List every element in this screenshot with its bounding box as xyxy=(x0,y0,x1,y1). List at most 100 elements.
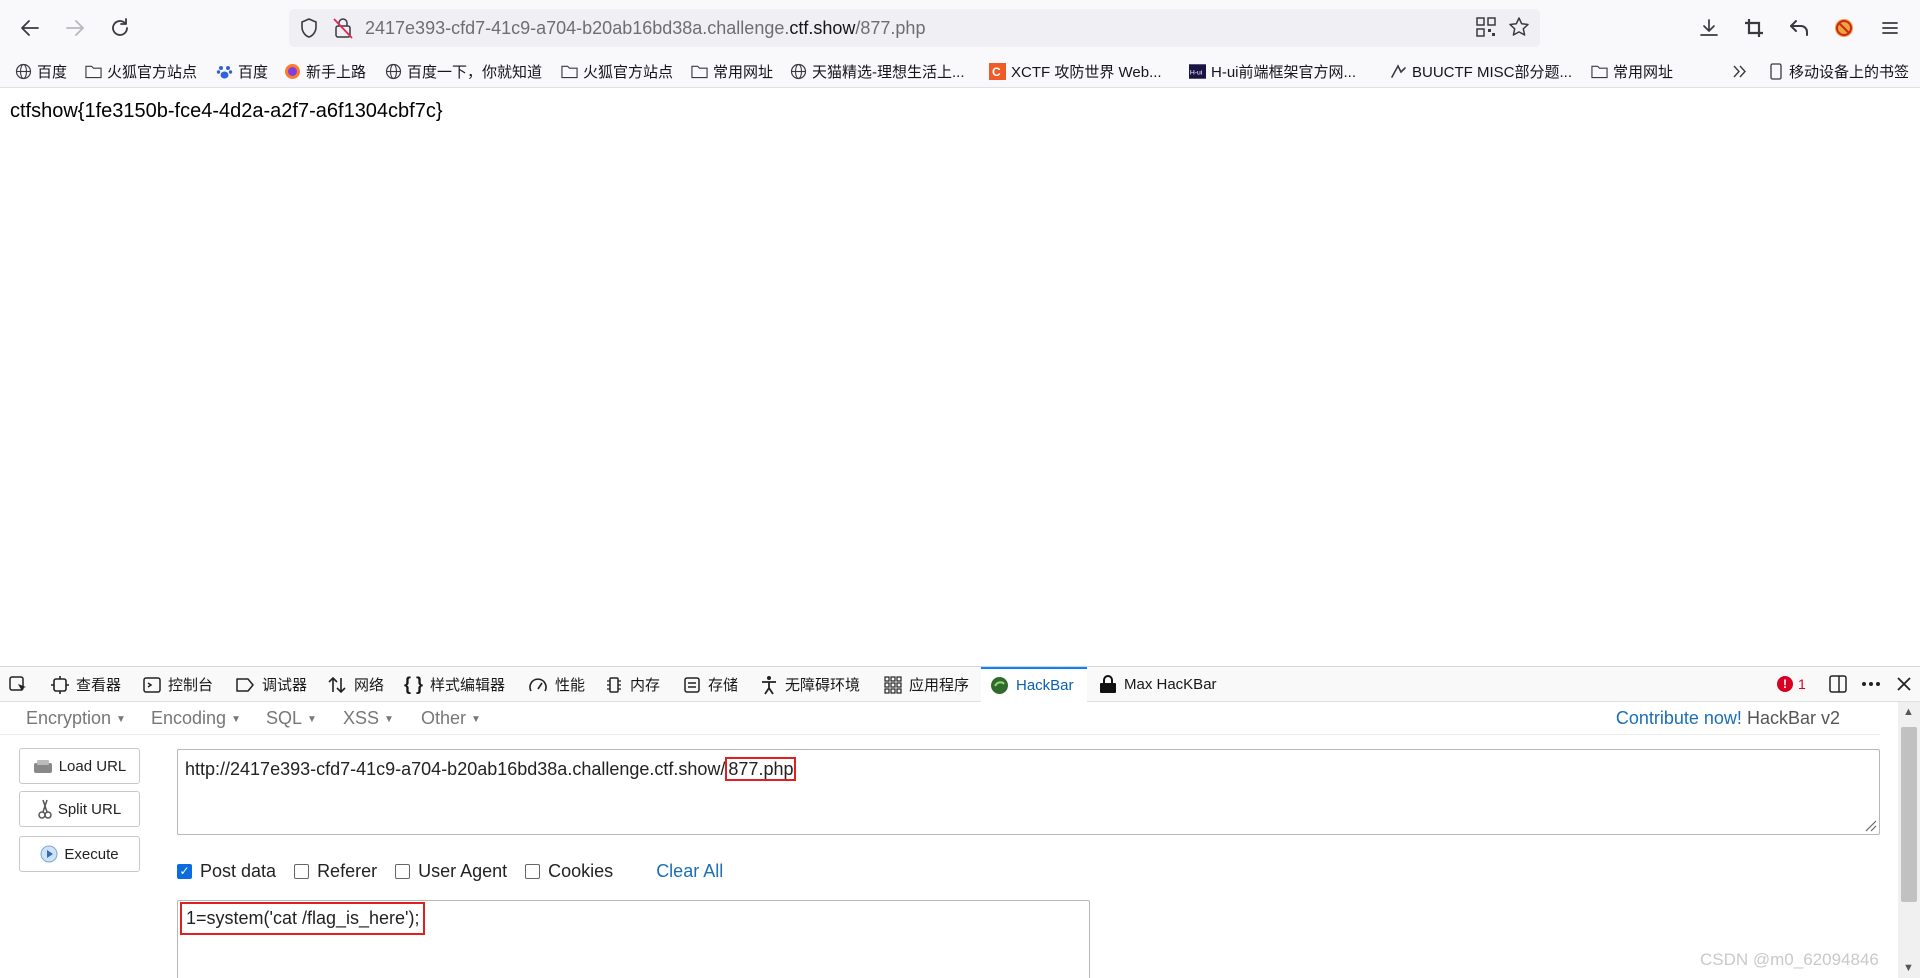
downloads-button[interactable] xyxy=(1694,13,1724,43)
reload-button[interactable] xyxy=(104,12,136,44)
undo-close-button[interactable] xyxy=(1784,13,1814,43)
tab-storage[interactable]: 存储 xyxy=(683,667,738,702)
tab-accessibility[interactable]: 无障碍环境 xyxy=(760,667,860,702)
execute-button[interactable]: Execute xyxy=(19,836,140,872)
globe-icon xyxy=(385,63,402,80)
load-icon xyxy=(33,760,52,773)
devtools-close-button[interactable] xyxy=(1895,674,1913,699)
bookmark-item[interactable]: 常用网址 xyxy=(691,60,773,82)
option-cookies[interactable]: Cookies xyxy=(525,861,613,882)
tab-style-editor[interactable]: { } 样式编辑器 xyxy=(404,667,505,702)
bookmark-item[interactable]: 百度一下，你就知道 xyxy=(385,60,542,82)
more-dots-icon xyxy=(1862,682,1880,686)
insecure-lock-icon[interactable] xyxy=(333,17,353,39)
tab-inspector[interactable]: 查看器 xyxy=(51,667,121,702)
split-url-button[interactable]: Split URL xyxy=(19,791,140,827)
devtools-panel: 查看器 控制台 调试器 网络 { } 样式编辑器 性能 内存 存储 无障碍环境 应… xyxy=(0,666,1920,978)
checkbox-icon[interactable] xyxy=(525,863,541,879)
menu-other[interactable]: Other ▼ xyxy=(421,708,481,729)
url-value: http://2417e393-cfd7-41c9-a704-b20ab16bd… xyxy=(185,757,797,781)
caret-down-icon: ▼ xyxy=(384,713,394,725)
address-bar[interactable]: 2417e393-cfd7-41c9-a704-b20ab16bd38a.cha… xyxy=(289,9,1540,47)
option-post-data[interactable]: ✓ Post data xyxy=(177,861,276,882)
tracking-shield-icon[interactable] xyxy=(299,17,319,39)
menu-sql[interactable]: SQL ▼ xyxy=(266,708,317,729)
reload-icon xyxy=(112,18,128,36)
back-button[interactable] xyxy=(14,12,46,44)
dock-side-icon xyxy=(1829,675,1847,693)
tab-hackbar[interactable]: HackBar xyxy=(981,667,1087,702)
hackbar-scrollbar[interactable]: ▲ ▼ xyxy=(1898,702,1920,978)
bookmark-item[interactable]: 天猫精选-理想生活上... xyxy=(790,60,965,82)
tab-application[interactable]: 应用程序 xyxy=(884,667,969,702)
menu-xss[interactable]: XSS ▼ xyxy=(343,708,394,729)
hackbar-icon xyxy=(991,677,1008,694)
tab-max-hackbar[interactable]: Max HacKBar xyxy=(1099,667,1217,702)
tab-console[interactable]: 控制台 xyxy=(143,667,213,702)
console-icon xyxy=(143,676,161,693)
checkbox-icon[interactable] xyxy=(395,863,411,879)
error-count-badge[interactable]: ! 1 xyxy=(1777,676,1806,692)
bookmark-item[interactable]: 百度 xyxy=(15,60,67,82)
devtools-more-button[interactable] xyxy=(1860,674,1882,699)
mobile-bookmarks[interactable]: 移动设备上的书签 xyxy=(1767,60,1909,82)
option-referer[interactable]: Referer xyxy=(294,861,377,882)
tab-memory[interactable]: 内存 xyxy=(605,667,660,702)
folder-icon xyxy=(85,63,102,80)
bookmark-item[interactable]: 火狐官方站点 xyxy=(561,60,673,82)
buuctf-logo-icon xyxy=(1390,63,1407,80)
folder-icon xyxy=(1591,63,1608,80)
accessibility-icon xyxy=(762,675,776,694)
qr-code-icon[interactable] xyxy=(1476,17,1496,37)
memory-icon xyxy=(607,676,621,693)
tab-network[interactable]: 网络 xyxy=(327,667,384,702)
bookmark-item[interactable]: 常用网址 xyxy=(1591,60,1673,82)
extension-button[interactable] xyxy=(1829,13,1859,43)
play-icon xyxy=(40,845,58,863)
checkbox-icon[interactable] xyxy=(294,863,310,879)
menu-encoding[interactable]: Encoding ▼ xyxy=(151,708,241,729)
scroll-up-icon[interactable]: ▲ xyxy=(1903,706,1914,718)
forward-button[interactable] xyxy=(59,12,91,44)
scroll-thumb[interactable] xyxy=(1901,727,1917,902)
svg-text:H-ui: H-ui xyxy=(1190,69,1203,76)
menu-button[interactable] xyxy=(1875,13,1905,43)
resize-handle-icon[interactable] xyxy=(1863,818,1877,832)
screenshot-button[interactable] xyxy=(1739,13,1769,43)
tab-debugger[interactable]: 调试器 xyxy=(235,667,307,702)
dock-toggle-button[interactable] xyxy=(1828,674,1848,699)
back-arrow-icon xyxy=(21,20,39,36)
scissors-icon xyxy=(38,799,52,819)
bookmark-item[interactable]: H-ui H-ui前端框架官方网... xyxy=(1189,60,1356,82)
tab-performance[interactable]: 性能 xyxy=(528,667,585,702)
bookmark-item[interactable]: BUUCTF MISC部分题... xyxy=(1390,60,1572,82)
bookmark-item[interactable]: 火狐官方站点 xyxy=(85,60,197,82)
caret-down-icon: ▼ xyxy=(116,713,126,725)
menu-encryption[interactable]: Encryption ▼ xyxy=(26,708,126,729)
flag-text: ctfshow{1fe3150b-fce4-4d2a-a2f7-a6f1304c… xyxy=(10,100,443,122)
scroll-down-icon[interactable]: ▼ xyxy=(1903,962,1914,974)
hui-logo-icon: H-ui xyxy=(1189,63,1206,80)
post-data-textarea[interactable]: 1=system('cat /flag_is_here'); xyxy=(177,900,1090,978)
bookmark-item[interactable]: C XCTF 攻防世界 Web... xyxy=(989,60,1162,82)
bookmarks-overflow-button[interactable] xyxy=(1731,60,1748,82)
option-user-agent[interactable]: User Agent xyxy=(395,861,507,882)
firefox-icon xyxy=(284,63,301,80)
url-text: 2417e393-cfd7-41c9-a704-b20ab16bd38a.cha… xyxy=(365,18,926,38)
browser-window: 2417e393-cfd7-41c9-a704-b20ab16bd38a.cha… xyxy=(0,0,1920,978)
bookmark-item[interactable]: 百度 xyxy=(216,60,268,82)
globe-icon xyxy=(15,63,32,80)
network-icon xyxy=(328,676,346,693)
forward-arrow-icon xyxy=(66,20,84,36)
contribute-link[interactable]: Contribute now! xyxy=(1616,708,1742,728)
element-picker-button[interactable] xyxy=(8,667,28,702)
inspector-icon xyxy=(51,675,69,694)
bookmark-item[interactable]: 新手上路 xyxy=(284,60,366,82)
bookmark-star-icon[interactable] xyxy=(1508,16,1530,38)
checkbox-checked-icon[interactable]: ✓ xyxy=(177,863,192,879)
debugger-icon xyxy=(236,677,254,692)
load-url-button[interactable]: Load URL xyxy=(19,748,140,784)
clear-all-link[interactable]: Clear All xyxy=(656,861,723,882)
max-hackbar-icon xyxy=(1100,675,1116,693)
url-textarea[interactable]: http://2417e393-cfd7-41c9-a704-b20ab16bd… xyxy=(177,749,1880,835)
